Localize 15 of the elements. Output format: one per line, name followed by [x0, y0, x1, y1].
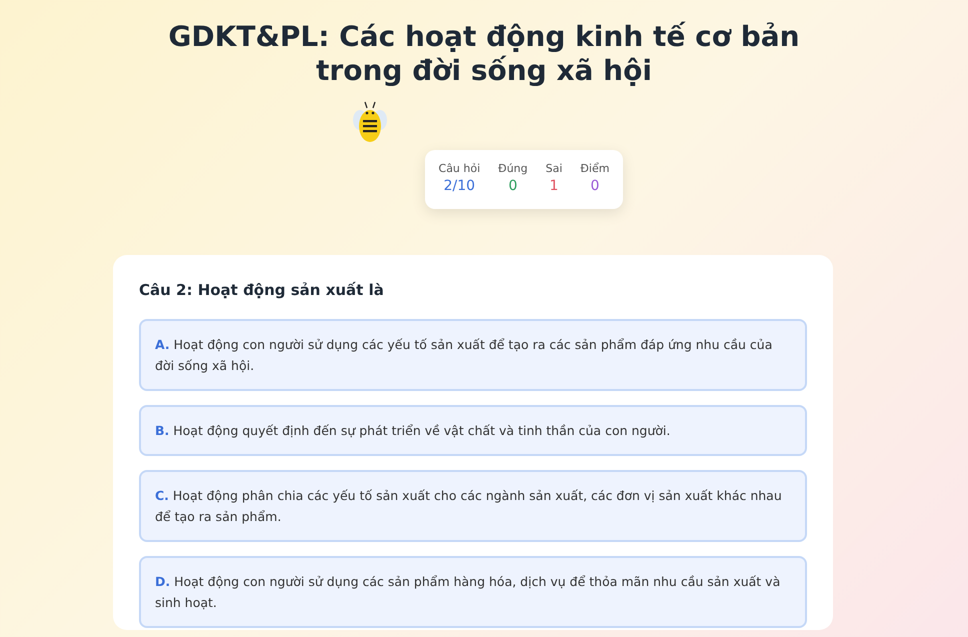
stat-label: Đúng	[498, 162, 528, 175]
stat-value: 1	[550, 178, 558, 194]
answer-option[interactable]: B. Hoạt động quyết định đến sự phát triển về vật chất và tinh thần của con người.	[139, 405, 807, 456]
stat-value: 2/10	[444, 178, 476, 194]
page-title: GDKT&PL: Các hoạt động kinh tế cơ bản trong đời sống xã hội	[167, 19, 801, 88]
stat-value: 0	[590, 178, 600, 194]
stat-value: 0	[508, 178, 518, 194]
stat-label: Câu hỏi	[438, 162, 480, 175]
stat-label: Sai	[546, 162, 562, 175]
answer-option[interactable]: A. Hoạt động con người sử dụng các yếu tố sản xuất để tạo ra các sản phẩm đáp ứng nhu cầu của đời sống xã hội.	[139, 319, 807, 391]
question-text: Câu 2: Hoạt động sản xuất là	[139, 281, 385, 299]
bee-icon	[352, 100, 388, 144]
stat-label: Điểm	[580, 162, 610, 175]
answer-option[interactable]: D. Hoạt động con người sử dụng các sản phẩm hàng hóa, dịch vụ để thỏa mãn nhu cầu sản xuất và sinh hoạt.	[139, 556, 807, 628]
answer-option[interactable]: C. Hoạt động phân chia các yếu tố sản xuất cho các ngành sản xuất, các đơn vị sản xuất khác nhau để tạo ra sản phẩm.	[139, 470, 807, 542]
